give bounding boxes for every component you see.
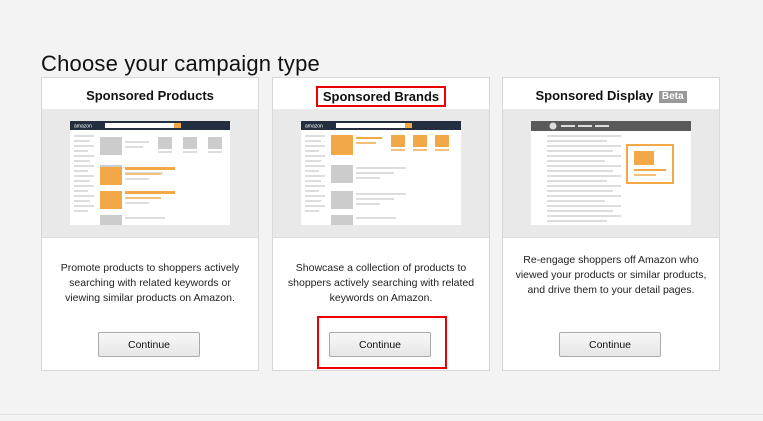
- continue-button-sponsored-brands[interactable]: Continue: [329, 332, 431, 357]
- card-description: Promote products to shoppers actively se…: [60, 262, 240, 304]
- svg-text:amazon: amazon: [74, 124, 92, 130]
- sponsored-brands-illustration: amazon: [273, 109, 489, 238]
- continue-button-sponsored-display[interactable]: Continue: [559, 332, 661, 357]
- beta-badge: Beta: [658, 91, 687, 103]
- sponsored-display-illustration: [503, 109, 719, 238]
- sponsored-products-illustration: amazon: [42, 109, 258, 238]
- page-title: Choose your campaign type: [41, 50, 320, 76]
- card-sponsored-display: Sponsored Display Beta Re-engage shopper…: [502, 77, 720, 371]
- card-title: Sponsored Display: [535, 88, 654, 103]
- divider: [0, 414, 763, 415]
- card-sponsored-brands: Sponsored Brands amazon Showcase a colle…: [272, 77, 490, 371]
- card-title: Sponsored Products: [86, 88, 214, 103]
- card-title: Sponsored Brands: [315, 86, 447, 107]
- svg-text:amazon: amazon: [305, 124, 323, 130]
- continue-button-sponsored-products[interactable]: Continue: [98, 332, 200, 357]
- card-sponsored-products: Sponsored Products amazon Promote produc…: [41, 77, 259, 371]
- card-description: Showcase a collection of products to sho…: [287, 262, 475, 304]
- continue-button-highlight: Continue: [317, 316, 447, 369]
- card-description: Re-engage shoppers off Amazon who viewed…: [515, 254, 707, 296]
